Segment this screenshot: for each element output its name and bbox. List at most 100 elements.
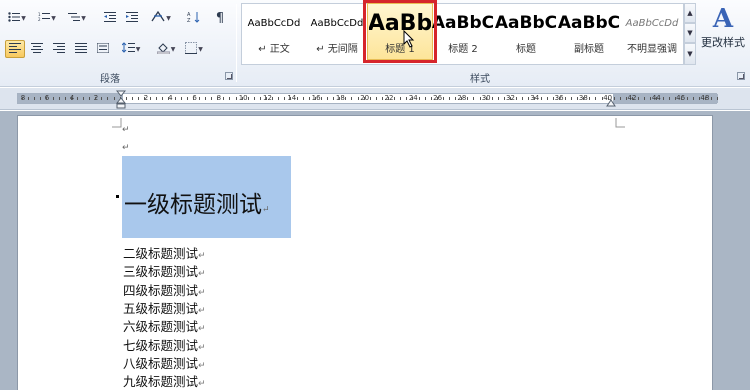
ruler-tick (107, 97, 109, 100)
style-name: ↵ 正文 (258, 44, 290, 55)
ruler-tick (113, 97, 115, 100)
style-item[interactable]: AaBbC 副标题 (558, 4, 620, 62)
ruler-tick (485, 97, 487, 100)
sort-icon: AZ (187, 11, 201, 26)
distributed-button[interactable] (93, 40, 113, 58)
document-page[interactable]: ↵ ↵ 一级标题测试↵ 二级标题测试↵ 三级标题测试↵ 四级标题测试↵ 五级标题测试↵… (17, 115, 713, 390)
paint-bucket-icon (156, 42, 171, 57)
paragraph-mark: ↵ (198, 342, 206, 353)
chinese-layout-button[interactable]: ▼ (148, 9, 174, 27)
ruler-tick (418, 97, 420, 100)
horizontal-ruler[interactable]: 8642224681012141618202224262830323436384… (0, 88, 750, 110)
justify-icon (75, 42, 87, 56)
document-line[interactable]: 三级标题测试↵ (123, 261, 206, 280)
indent-marker[interactable] (116, 90, 126, 110)
borders-button[interactable]: ▼ (182, 40, 206, 58)
numbering-button[interactable]: 12 ▼ (34, 9, 60, 27)
style-preview: AaBbCcDd (310, 17, 364, 29)
ruler-tick (345, 97, 347, 100)
styles-dialog-launcher[interactable] (737, 72, 745, 80)
margin-corner-mark (112, 118, 122, 128)
document-area: ↵ ↵ 一级标题测试↵ 二级标题测试↵ 三级标题测试↵ 四级标题测试↵ 五级标题测试↵… (0, 111, 750, 390)
justify-button[interactable] (71, 40, 91, 58)
gallery-more-button[interactable]: ▼ (684, 43, 696, 65)
ruler-tick (595, 97, 597, 100)
show-marks-button[interactable]: ¶ (210, 9, 230, 27)
document-line[interactable]: 四级标题测试↵ (123, 280, 206, 299)
document-line[interactable]: 七级标题测试↵ (123, 335, 206, 354)
paragraph-dialog-launcher[interactable] (225, 72, 233, 80)
ribbon: ▼ 12 ▼ ▼ ▼ AZ ¶ ▼ ▼ ▼ 段落 AaBbCcDd ↵ 正文 A… (0, 0, 750, 87)
ruler-tick (259, 97, 261, 100)
style-name: 标题 2 (448, 44, 478, 55)
align-center-button[interactable] (27, 40, 47, 58)
change-styles-label: 更改样式 (701, 36, 745, 49)
ruler-tick (394, 97, 396, 100)
increase-indent-button[interactable] (122, 9, 142, 27)
chevron-up-icon: ▲ (687, 9, 693, 17)
border-icon (185, 41, 198, 57)
ruler-tick (625, 97, 627, 100)
align-right-button[interactable] (49, 40, 69, 58)
ruler-tick (192, 97, 194, 100)
line-text: 四级标题测试 (123, 282, 199, 298)
gallery-scroll-up-button[interactable]: ▲ (684, 3, 696, 23)
gallery-scroll-down-button[interactable]: ▼ (684, 23, 696, 43)
document-line[interactable]: 二级标题测试↵ (123, 243, 206, 262)
pilcrow-icon: ¶ (215, 10, 225, 26)
ruler-tick (89, 97, 91, 100)
ruler-tick (284, 97, 286, 100)
document-line[interactable]: 五级标题测试↵ (123, 298, 206, 317)
style-item[interactable]: AaBbCcDd ↵ 正文 (243, 4, 305, 62)
ruler-tick (308, 97, 310, 100)
document-line[interactable]: 六级标题测试↵ (123, 316, 206, 335)
bullets-button[interactable]: ▼ (4, 9, 30, 27)
decrease-indent-button[interactable] (100, 9, 120, 27)
ruler-tick (571, 97, 572, 100)
multilevel-list-button[interactable]: ▼ (64, 9, 90, 27)
align-left-button[interactable] (5, 40, 25, 58)
ruler-tick (638, 97, 640, 100)
shading-button[interactable]: ▼ (154, 40, 178, 58)
ruler-tick (650, 97, 652, 100)
ruler-tick (205, 97, 206, 100)
align-center-icon (31, 42, 43, 56)
sort-button[interactable]: AZ (184, 9, 204, 27)
ruler-tick (180, 97, 182, 100)
line-text: 二级标题测试 (123, 246, 199, 261)
highlight-box (363, 0, 437, 63)
ruler-tick (522, 97, 524, 100)
heading-1-text[interactable]: 一级标题测试↵ (124, 185, 270, 219)
line-text: 六级标题测试 (123, 319, 199, 335)
style-item[interactable]: AaBbCcDd ↵ 无间隔 (306, 4, 368, 62)
change-styles-icon: A (712, 4, 734, 34)
ruler-tick (83, 97, 84, 100)
document-line[interactable]: 八级标题测试↵ (123, 353, 206, 372)
align-left-icon (9, 42, 21, 56)
document-line[interactable]: 九级标题测试↵ (123, 371, 206, 390)
style-item[interactable]: AaBbC 标题 (495, 4, 557, 62)
ruler-tick (229, 97, 231, 100)
style-item[interactable]: AaBbCcDd 不明显强调 (621, 4, 683, 62)
ruler-tick (156, 97, 158, 100)
ruler-tick (223, 97, 225, 100)
ruler-tick (717, 97, 719, 100)
ruler-tick (235, 97, 237, 100)
ruler-tick (101, 97, 103, 100)
right-indent-marker[interactable] (606, 99, 616, 107)
paragraph-mark: ↵ (198, 305, 206, 316)
paragraph-mark: ↵ (262, 205, 270, 215)
change-styles-button[interactable]: A 更改样式 (697, 2, 749, 68)
paragraph-mark: ↵ (198, 251, 206, 261)
ruler-tick (589, 97, 591, 100)
text-selection[interactable]: 一级标题测试↵ (122, 156, 291, 238)
style-item[interactable]: AaBbC 标题 2 (432, 4, 494, 62)
line-spacing-icon (121, 42, 135, 56)
ruler-tick (528, 97, 530, 100)
line-spacing-button[interactable]: ▼ (119, 40, 143, 58)
ruler-tick (546, 97, 548, 100)
ruler-tick (436, 97, 438, 100)
increase-indent-icon (126, 11, 138, 25)
paragraph-mark: ↵ (198, 269, 206, 280)
ruler-tick (46, 97, 48, 100)
